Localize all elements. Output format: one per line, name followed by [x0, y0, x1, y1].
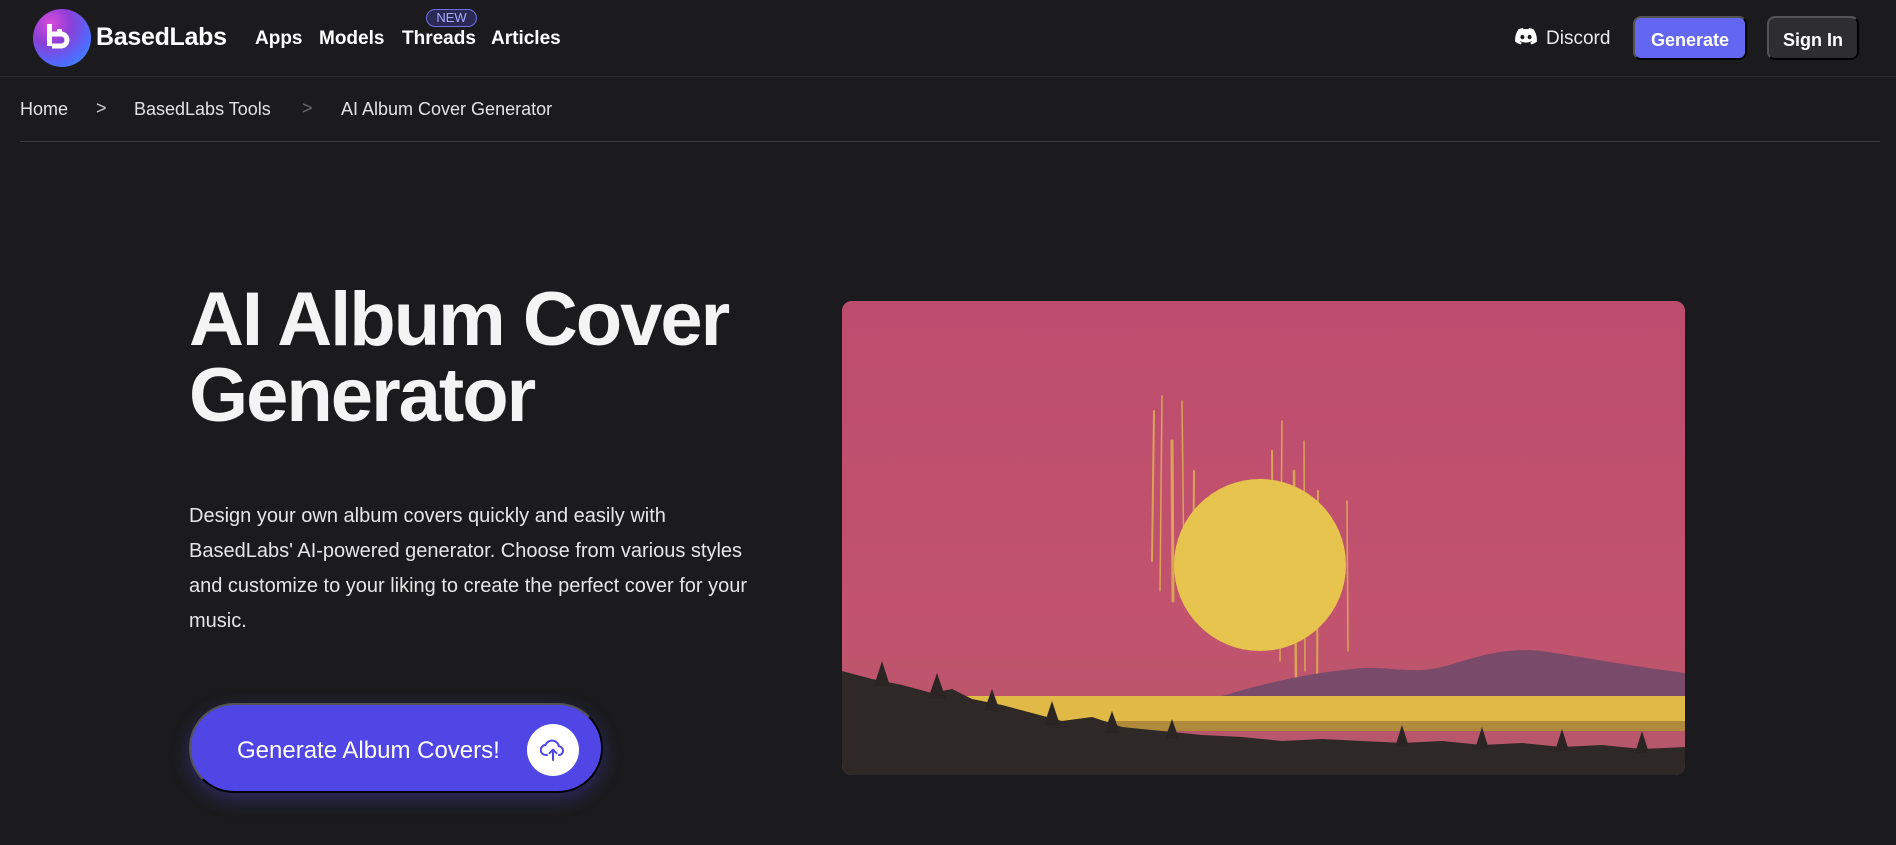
album-cover-image [842, 301, 1685, 775]
nav-link-models[interactable]: Models [319, 28, 384, 50]
breadcrumb-home[interactable]: Home [20, 99, 68, 120]
hero-description: Design your own album covers quickly and… [189, 505, 748, 632]
nav-link-articles[interactable]: Articles [491, 28, 561, 50]
breadcrumb-separator: > [96, 98, 107, 118]
breadcrumb: Home > BasedLabs Tools > AI Album Cover … [20, 98, 1880, 142]
breadcrumb-current-page: AI Album Cover Generator [341, 99, 553, 119]
generate-album-covers-button[interactable]: Generate Album Covers! [189, 703, 603, 793]
top-navbar: BasedLabs Apps Models NEW Threads Articl… [0, 0, 1896, 77]
discord-icon [1515, 27, 1537, 51]
discord-link[interactable]: Discord [1515, 27, 1610, 51]
cloud-upload-icon [527, 724, 579, 776]
new-badge: NEW [426, 9, 477, 27]
nav-link-threads[interactable]: Threads [402, 28, 476, 50]
breadcrumb-basedlabs-tools[interactable]: BasedLabs Tools [134, 99, 271, 120]
breadcrumb-separator: > [302, 98, 313, 118]
page-title: AI Album Cover Generator [189, 277, 730, 438]
sign-in-button[interactable]: Sign In [1767, 16, 1859, 60]
discord-label: Discord [1546, 28, 1611, 49]
cta-label: Generate Album Covers! [237, 737, 500, 764]
brand-name[interactable]: BasedLabs [96, 23, 227, 52]
generate-button[interactable]: Generate [1633, 16, 1747, 60]
basedlabs-logo-icon[interactable] [33, 9, 91, 67]
nav-link-apps[interactable]: Apps [255, 28, 303, 50]
